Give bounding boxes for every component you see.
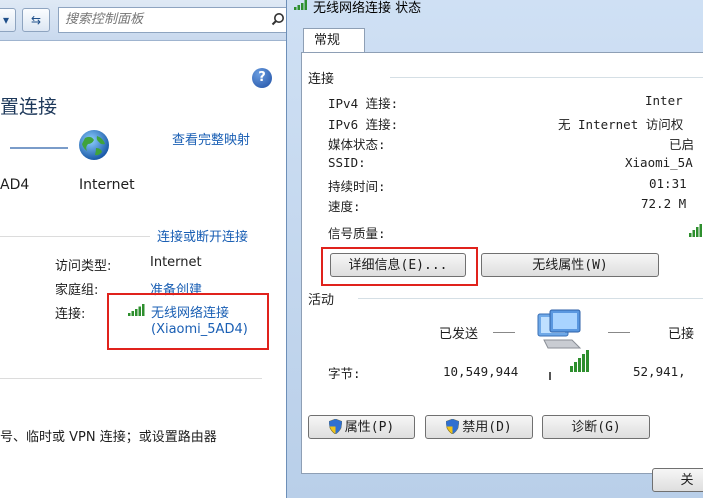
speed-label: 速度: bbox=[328, 199, 361, 214]
group-divider bbox=[358, 298, 703, 299]
connect-disconnect-link[interactable]: 连接或断开连接 bbox=[157, 226, 248, 245]
divider bbox=[0, 236, 150, 237]
network-computers-icon bbox=[537, 309, 589, 380]
diagnose-button[interactable]: 诊断(G) bbox=[542, 415, 650, 439]
network-sharing-center-window: ▾ ⇆ ? 置连接 查看完整映射 AD4 Internet 连接或断开连接 访问… bbox=[0, 0, 286, 498]
highlight-box-details bbox=[321, 247, 478, 286]
duration-label: 持续时间: bbox=[328, 179, 386, 194]
internet-label: Internet bbox=[79, 177, 135, 193]
refresh-icon: ⇆ bbox=[30, 13, 42, 27]
access-type-value: Internet bbox=[150, 255, 202, 270]
ssid-label: SSID: bbox=[328, 155, 366, 170]
ssid-value: Xiaomi_5A bbox=[625, 155, 693, 170]
search-input[interactable] bbox=[59, 8, 265, 30]
disable-button[interactable]: 禁用(D) bbox=[425, 415, 533, 439]
tab-general[interactable]: 常规 bbox=[303, 28, 365, 52]
address-bar: ▾ ⇆ bbox=[0, 0, 286, 41]
activity-group-label: 活动 bbox=[308, 293, 335, 308]
bytes-label: 字节: bbox=[328, 366, 361, 381]
received-label: 已接 bbox=[668, 327, 695, 342]
network-name-label: AD4 bbox=[0, 177, 30, 193]
tab-strip: 常规 连接 IPv4 连接: Inter IPv6 连接: 无 Internet… bbox=[301, 28, 703, 498]
received-line bbox=[608, 332, 630, 333]
duration-value: 01:31 bbox=[649, 176, 687, 191]
bytes-sent-value: 10,549,944 bbox=[443, 364, 519, 379]
help-icon[interactable]: ? bbox=[252, 68, 272, 88]
wireless-properties-button[interactable]: 无线属性(W) bbox=[481, 253, 659, 277]
divider bbox=[0, 378, 262, 379]
uac-shield-icon bbox=[328, 419, 342, 434]
group-divider bbox=[390, 77, 703, 78]
properties-button-label: 属性(P) bbox=[344, 420, 395, 435]
highlight-box-connection bbox=[107, 293, 269, 350]
internet-globe-icon bbox=[79, 130, 109, 160]
wireless-status-dialog: 无线网络连接 状态 常规 连接 IPv4 连接: Inter IPv6 连接: … bbox=[286, 0, 703, 498]
ipv6-label: IPv6 连接: bbox=[328, 117, 399, 132]
dropdown-arrow-button[interactable]: ▾ bbox=[0, 8, 16, 32]
signal-quality-label: 信号质量: bbox=[328, 226, 386, 241]
media-state-label: 媒体状态: bbox=[328, 137, 386, 152]
search-icon[interactable] bbox=[271, 12, 285, 26]
page-title: 置连接 bbox=[0, 96, 58, 118]
dialog-title: 无线网络连接 状态 bbox=[313, 1, 422, 16]
tab-panel-general: 连接 IPv4 连接: Inter IPv6 连接: 无 Internet 访问… bbox=[301, 52, 703, 474]
ipv4-label: IPv4 连接: bbox=[328, 96, 399, 111]
search-box[interactable] bbox=[58, 7, 286, 33]
access-type-label: 访问类型: bbox=[55, 259, 112, 274]
connections-label: 连接: bbox=[55, 307, 86, 322]
close-button[interactable]: 关 bbox=[652, 468, 703, 492]
signal-quality-bars-icon bbox=[689, 224, 702, 237]
sent-line bbox=[493, 332, 515, 333]
setup-connection-text: 号、临时或 VPN 连接；或设置路由器 bbox=[0, 430, 217, 445]
bytes-received-value: 52,941, bbox=[633, 364, 686, 379]
homegroup-label: 家庭组: bbox=[55, 283, 99, 298]
connection-group-label: 连接 bbox=[308, 72, 335, 87]
properties-button[interactable]: 属性(P) bbox=[308, 415, 415, 439]
sent-label: 已发送 bbox=[439, 327, 479, 342]
view-full-map-link[interactable]: 查看完整映射 bbox=[172, 129, 250, 148]
network-link-line bbox=[10, 147, 68, 149]
ipv6-value: 无 Internet 访问权 bbox=[558, 117, 684, 132]
signal-bars-icon bbox=[294, 0, 307, 10]
disable-button-label: 禁用(D) bbox=[462, 420, 512, 435]
media-state-value: 已启 bbox=[669, 137, 695, 152]
uac-shield-icon bbox=[446, 419, 460, 434]
speed-value: 72.2 M bbox=[641, 196, 687, 211]
refresh-button[interactable]: ⇆ bbox=[22, 8, 50, 32]
ipv4-value: Inter bbox=[645, 93, 683, 108]
